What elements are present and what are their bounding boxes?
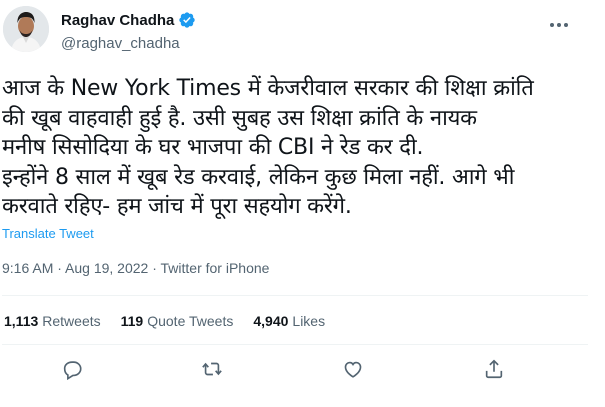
author-name-row: Raghav Chadha bbox=[61, 11, 196, 29]
likes-label: Likes bbox=[292, 313, 326, 329]
tweet-card: Raghav Chadha @raghav_chadha आज के New Y… bbox=[0, 0, 590, 407]
quote-tweets-stat[interactable]: 119 Quote Tweets bbox=[121, 313, 234, 329]
tweet-text: आज के New York Times में केजरीवाल सरकार … bbox=[2, 74, 588, 222]
tweet-stats: 1,113 Retweets 119 Quote Tweets 4,940 Likes bbox=[4, 313, 325, 329]
more-dot bbox=[557, 23, 561, 27]
tweet-text-line: आज के New York Times में केजरीवाल सरकार … bbox=[2, 76, 534, 101]
tweet-timestamp[interactable]: 9:16 AM · Aug 19, 2022 · Twitter for iPh… bbox=[2, 260, 269, 276]
quotes-count: 119 bbox=[120, 313, 144, 329]
tweet-text-line: मनीष सिसोदिया के घर भाजपा की CBI ने रेड … bbox=[2, 135, 424, 160]
divider bbox=[2, 295, 588, 296]
action-bar bbox=[0, 358, 590, 388]
divider bbox=[2, 344, 588, 345]
retweet-icon[interactable] bbox=[201, 358, 227, 384]
author-handle[interactable]: @raghav_chadha bbox=[61, 35, 180, 52]
reply-icon[interactable] bbox=[61, 358, 87, 384]
translate-tweet-link[interactable]: Translate Tweet bbox=[2, 226, 94, 241]
retweets-stat[interactable]: 1,113 Retweets bbox=[4, 313, 101, 329]
tweet-text-line: की खूब वाहवाही हुई है. उसी सुबह उस शिक्ष… bbox=[2, 105, 477, 131]
tweet-text-line: करवाते रहिए- हम जांच में पूरा सहयोग करें… bbox=[2, 194, 352, 219]
avatar-portrait-icon bbox=[3, 6, 49, 52]
author-name[interactable]: Raghav Chadha bbox=[61, 12, 174, 29]
likes-count: 4,940 bbox=[253, 313, 289, 329]
retweets-label: Retweets bbox=[42, 313, 101, 329]
more-options-icon[interactable] bbox=[550, 20, 572, 30]
avatar[interactable] bbox=[3, 6, 49, 52]
tweet-text-line: इन्होंने 8 साल में खूब रेड करवाई, लेकिन … bbox=[2, 164, 515, 190]
verified-badge-icon bbox=[178, 11, 196, 29]
more-dot bbox=[564, 23, 568, 27]
retweets-count: 1,113 bbox=[4, 313, 39, 329]
share-icon[interactable] bbox=[483, 358, 509, 384]
like-icon[interactable] bbox=[342, 358, 368, 384]
more-dot bbox=[550, 23, 554, 27]
quotes-label: Quote Tweets bbox=[147, 313, 234, 329]
likes-stat[interactable]: 4,940 Likes bbox=[253, 313, 325, 329]
